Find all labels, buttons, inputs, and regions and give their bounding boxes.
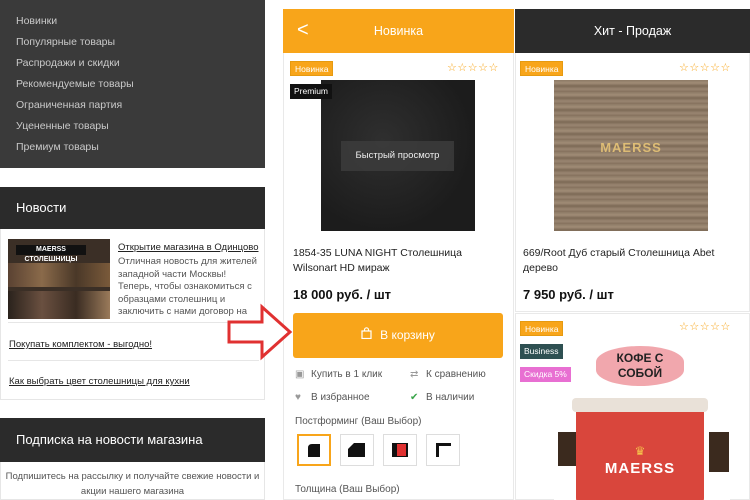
discount-badge: Скидка 5% xyxy=(520,367,571,382)
news-link-bundle[interactable]: Покупать комплектом - выгодно! xyxy=(9,339,152,350)
category-limited[interactable]: Ограниченная партия xyxy=(0,95,265,116)
thickness-label: Толщина (Ваш Выбор) xyxy=(295,484,400,495)
maerss-watermark: MAERSS xyxy=(600,140,662,155)
news-image-sign: MAERSS СТОЛЕШНИЦЫ xyxy=(16,245,86,263)
subscribe-text: Подпишитесь на рассылку и получайте свеж… xyxy=(0,462,265,500)
kiosk-menu-board xyxy=(558,432,576,466)
news-divider xyxy=(8,322,259,323)
postforming-label: Постформинг (Ваш Выбор) xyxy=(295,416,422,427)
left-sidebar: Новинки Популярные товары Распродажи и с… xyxy=(0,0,265,500)
news-title-link[interactable]: Открытие магазина в Одинцово xyxy=(118,242,260,253)
news-link-color[interactable]: Как выбрать цвет столешницы для кухни xyxy=(9,376,190,387)
edge-profile-bevel-icon xyxy=(348,443,365,457)
compare-link[interactable]: ⇄ К сравнению xyxy=(410,369,486,380)
tab-new-label: Новинка xyxy=(373,24,424,38)
add-to-cart-label: В корзину xyxy=(380,328,435,342)
category-discounted[interactable]: Уцененные товары xyxy=(0,116,265,137)
postforming-option-2[interactable] xyxy=(340,434,374,466)
favorite-label: В избранное xyxy=(311,392,370,403)
in-stock-label: В наличии xyxy=(426,392,475,403)
news-image-shelf xyxy=(8,263,110,287)
new-badge: Новинка xyxy=(520,61,564,76)
news-heading: Новости xyxy=(0,187,265,229)
rating-stars[interactable]: ☆☆☆☆☆ xyxy=(679,321,731,333)
product-image[interactable]: Быстрый просмотр xyxy=(321,80,475,231)
subscribe-heading: Подписка на новости магазина xyxy=(0,418,265,462)
add-to-cart-button[interactable]: В корзину xyxy=(293,313,503,358)
premium-badge: Premium xyxy=(290,84,333,99)
product-name[interactable]: 669/Root Дуб старый Столешница Abet дере… xyxy=(523,246,738,276)
shopping-bag-icon xyxy=(361,313,372,358)
product-price: 18 000 руб. / шт xyxy=(293,287,392,302)
category-sales[interactable]: Распродажи и скидки xyxy=(0,53,265,74)
new-badge: Новинка xyxy=(290,61,334,76)
pointer-arrow-icon xyxy=(227,303,293,361)
chevron-left-icon[interactable]: < xyxy=(297,9,309,51)
postforming-option-3[interactable] xyxy=(383,434,417,466)
cart-icon: ▣ xyxy=(295,369,305,380)
compare-icon: ⇄ xyxy=(410,369,419,380)
edge-profile-square-icon xyxy=(436,443,451,457)
product-price: 7 950 руб. / шт xyxy=(523,287,614,302)
news-image-counter xyxy=(8,291,110,319)
crown-icon: ♛ xyxy=(634,444,646,458)
tab-new[interactable]: < Новинка xyxy=(283,9,514,53)
product-name[interactable]: 1854-35 LUNA NIGHT Столешница Wilsonart … xyxy=(293,246,505,276)
heart-icon: ♥ xyxy=(295,392,301,403)
checkmark-icon: ✔ xyxy=(410,392,419,403)
buy-one-click-link[interactable]: ▣ Купить в 1 клик xyxy=(295,369,382,380)
category-menu: Новинки Популярные товары Распродажи и с… xyxy=(0,0,265,168)
quick-view-button[interactable]: Быстрый просмотр xyxy=(341,141,454,171)
tab-bestsellers[interactable]: Хит - Продаж xyxy=(515,9,750,53)
postforming-option-4[interactable] xyxy=(426,434,460,466)
in-stock-status: ✔ В наличии xyxy=(410,392,474,403)
edge-profile-color-icon xyxy=(392,443,408,457)
kiosk-menu-board xyxy=(709,432,729,472)
compare-label: К сравнению xyxy=(426,369,486,380)
postforming-option-1[interactable] xyxy=(297,434,331,466)
kiosk-logo: MAERSS xyxy=(604,460,676,477)
news-image[interactable]: MAERSS СТОЛЕШНИЦЫ xyxy=(8,239,110,319)
category-recommended[interactable]: Рекомендуемые товары xyxy=(0,74,265,95)
kiosk-sign: КОФЕ С СОБОЙ xyxy=(596,346,684,386)
new-badge: Новинка xyxy=(520,321,564,336)
rating-stars[interactable]: ☆☆☆☆☆ xyxy=(679,62,731,74)
tab-bestsellers-label: Хит - Продаж xyxy=(593,24,672,38)
buy-one-click-label: Купить в 1 клик xyxy=(311,369,383,380)
category-popular[interactable]: Популярные товары xyxy=(0,32,265,53)
edge-profile-rounded-icon xyxy=(308,444,320,457)
product-image[interactable]: КОФЕ С СОБОЙ ♛ MAERSS xyxy=(554,340,730,500)
favorite-link[interactable]: ♥ В избранное xyxy=(295,392,370,403)
product-image[interactable]: MAERSS xyxy=(554,80,708,231)
business-badge: Business xyxy=(520,344,563,359)
category-new[interactable]: Новинки xyxy=(0,11,265,32)
category-premium[interactable]: Премиум товары xyxy=(0,137,265,158)
rating-stars[interactable]: ☆☆☆☆☆ xyxy=(447,62,499,74)
kiosk-countertop xyxy=(572,398,708,412)
news-divider xyxy=(8,360,259,361)
